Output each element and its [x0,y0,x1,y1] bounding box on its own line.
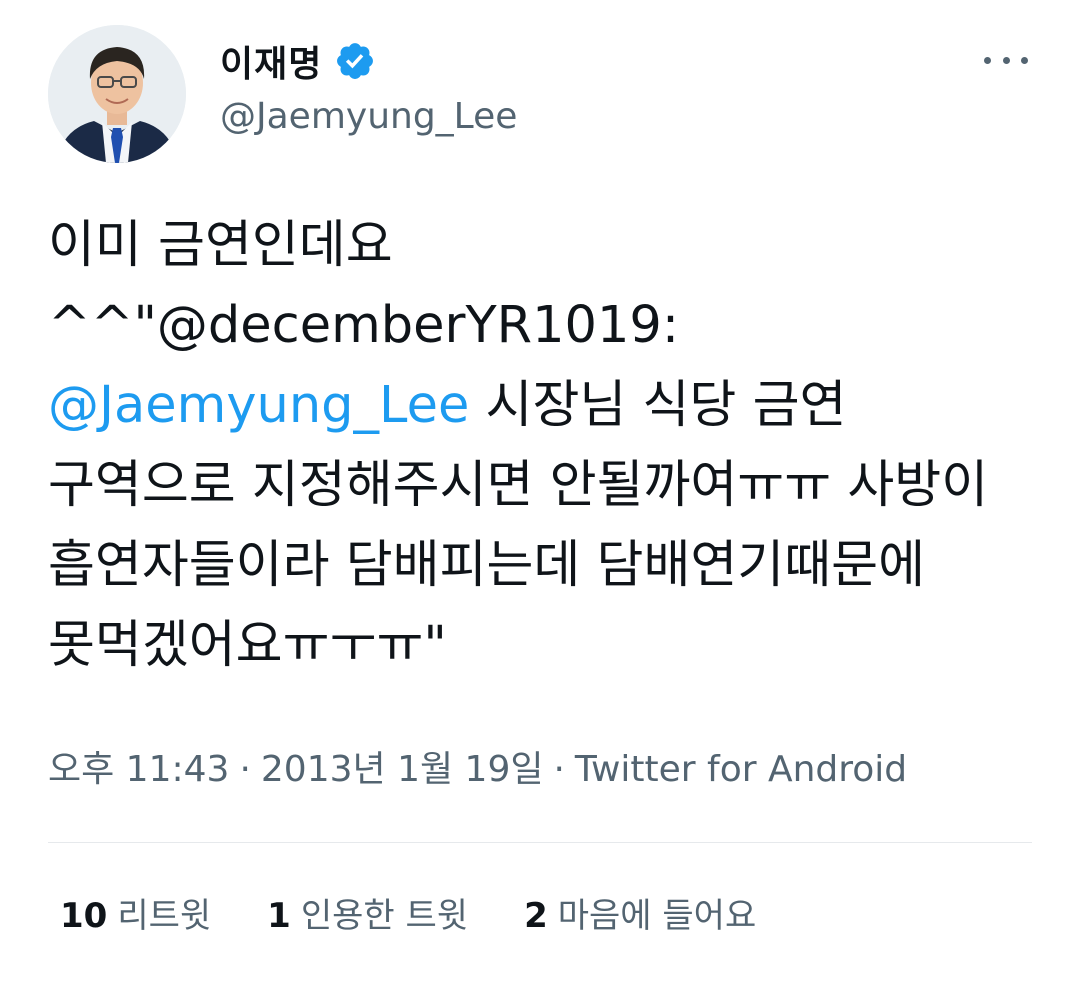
quotes-label: 인용한 트윗 [300,896,469,936]
tweet-stats: 10 리트윗 1 인용한 트윗 2 마음에 들어요 [60,888,812,937]
tweet-line-1: 이미 금연인데요 [48,216,393,275]
handle[interactable]: @Jaemyung_Lee [220,96,517,137]
likes-stat[interactable]: 2 마음에 들어요 [524,888,756,937]
tweet-source[interactable]: Twitter for Android [575,749,907,790]
divider [48,842,1032,843]
more-dot [1002,56,1010,64]
tweet-detail: 이재명 @Jaemyung_Lee 이미 금연인데요 ^^"@decemberY… [0,0,1080,983]
name-row: 이재명 [220,32,517,90]
retweets-count: 10 [60,896,108,936]
more-dot [984,56,991,64]
avatar-photo [48,25,186,163]
retweets-stat[interactable]: 10 리트윗 [60,888,211,937]
author-names: 이재명 @Jaemyung_Lee [220,32,517,137]
tweet-line-2: ^^"@decemberYR1019: [48,296,680,355]
meta-separator: · [553,749,565,790]
retweets-label: 리트윗 [117,896,212,936]
tweet-date[interactable]: 2013년 1월 19일 [261,749,544,790]
display-name[interactable]: 이재명 [220,35,322,87]
mention-link[interactable]: @Jaemyung_Lee [48,376,469,435]
more-options-icon[interactable] [984,48,1028,72]
meta-separator: · [239,749,251,790]
tweet-meta: 오후 11:43 · 2013년 1월 19일 · Twitter for Androi… [48,740,907,792]
tweet-time[interactable]: 오후 11:43 [48,749,229,790]
quotes-count: 1 [267,896,291,936]
likes-label: 마음에 들어요 [557,896,757,936]
likes-count: 2 [524,896,548,936]
avatar[interactable] [48,25,186,163]
quotes-stat[interactable]: 1 인용한 트윗 [267,888,468,937]
verified-badge-icon [334,40,376,82]
more-dot [1021,56,1028,64]
tweet-text: 이미 금연인데요 ^^"@decemberYR1019: @Jaemyung_L… [48,206,1038,686]
